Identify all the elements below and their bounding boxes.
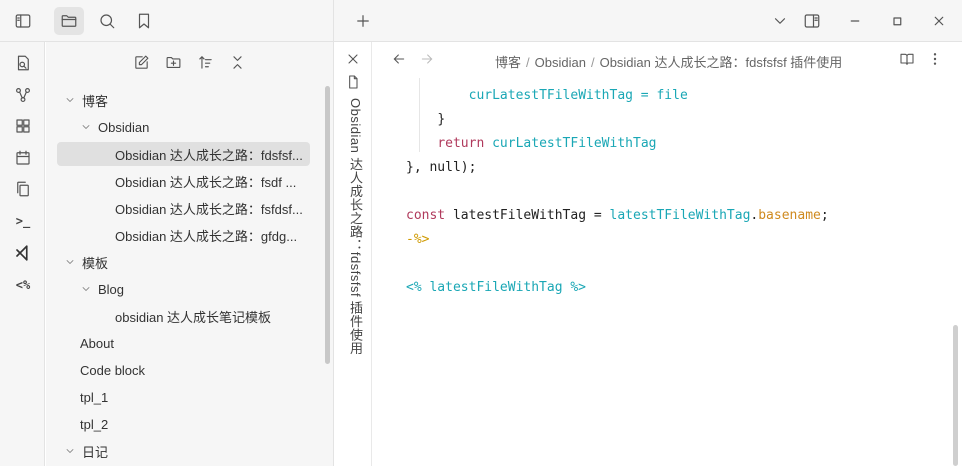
tree-item-label: obsidian 达人成长笔记模板 [115, 309, 272, 325]
tree-folder[interactable]: 模板 [64, 250, 108, 274]
file-explorer: 博客 Obsidian Obsidian 达人成长之路：fdsfsf... Obsid… [46, 42, 334, 466]
tree-folder[interactable]: 博客 [64, 88, 108, 112]
sidebar-toggle-icon[interactable] [8, 7, 38, 35]
chevron-down-icon[interactable] [80, 121, 92, 133]
code-line-9: <% latestFileWithTag %> [406, 280, 587, 295]
code-line-7: -%> [406, 232, 430, 247]
file-icon [345, 74, 361, 90]
sort-icon[interactable] [193, 50, 217, 74]
tree-item-label: tpl_2 [80, 416, 109, 432]
chevron-down-icon[interactable] [64, 445, 76, 457]
bookmark-icon[interactable] [129, 7, 159, 35]
copy-icon[interactable] [11, 177, 35, 201]
tree-item-label: Obsidian 达人成长之路：fdsfsf... [115, 147, 303, 163]
tree-item-label: About [80, 335, 114, 351]
tree-folder[interactable]: Blog [80, 277, 124, 301]
chevron-down-icon[interactable] [80, 283, 92, 295]
maximize-icon[interactable] [882, 7, 912, 35]
chevron-down-icon[interactable] [64, 256, 76, 268]
open-quick-switcher-icon[interactable] [11, 51, 35, 75]
tree-file[interactable]: Obsidian 达人成长之路：fdsfsf... [57, 142, 310, 166]
tree-folder[interactable]: Obsidian [80, 115, 149, 139]
collapse-all-icon[interactable] [225, 50, 249, 74]
vscode-icon[interactable] [11, 241, 35, 265]
ribbon: >_ <% [0, 42, 45, 466]
forward-arrow-icon[interactable] [419, 51, 437, 69]
tree-item-label: Code block [80, 362, 146, 378]
reading-view-icon[interactable] [899, 51, 917, 69]
new-folder-icon[interactable] [161, 50, 185, 74]
close-tab-icon[interactable] [345, 51, 361, 67]
more-options-icon[interactable] [927, 51, 945, 69]
editor-header: 博客 / Obsidian / Obsidian 达人成长之路：fdsfsfsf 插件使… [373, 42, 962, 78]
back-arrow-icon[interactable] [391, 51, 409, 69]
daily-note-icon[interactable] [11, 146, 35, 170]
left-titlebar [0, 0, 334, 42]
tree-file[interactable]: obsidian 达人成长笔记模板 [115, 304, 271, 328]
breadcrumb-item[interactable]: 博客 [495, 55, 521, 70]
close-window-icon[interactable] [924, 7, 954, 35]
folder-icon[interactable] [54, 7, 84, 35]
search-icon[interactable] [92, 7, 122, 35]
right-titlebar [334, 0, 962, 42]
tree-item-label: Obsidian 达人成长之路：fsfdsf... [115, 201, 303, 217]
tree-item-label: 博客 [82, 93, 109, 109]
tree-item-label: tpl_1 [80, 389, 109, 405]
minimize-icon[interactable] [840, 7, 870, 35]
terminal-label: >_ [15, 214, 31, 228]
graph-view-icon[interactable] [11, 83, 35, 107]
tree-file[interactable]: tpl_1 [80, 385, 108, 409]
tree-item-label: 模板 [82, 255, 109, 271]
terminal-icon[interactable]: >_ [11, 209, 35, 233]
explorer-toolbar [46, 50, 333, 76]
new-note-icon[interactable] [129, 50, 153, 74]
code-block[interactable]: curLatestTFileWithTag = file } return cu… [406, 60, 829, 324]
breadcrumb-item[interactable]: Obsidian [535, 55, 586, 70]
tree-file[interactable]: Code block [80, 358, 145, 382]
code-line-1: curLatestTFileWithTag = file [468, 88, 688, 103]
code-line-4: }, null); [406, 160, 477, 175]
explorer-scrollbar[interactable] [325, 86, 330, 364]
split-view-icon[interactable] [797, 7, 827, 35]
code-line-2: } [437, 112, 446, 127]
tree-file[interactable]: Obsidian 达人成长之路：fsdf ... [115, 169, 296, 193]
editor-pane: curLatestTFileWithTag = file } return cu… [373, 42, 962, 466]
code-line-3: return curLatestTFileWithTag [437, 136, 657, 151]
tree-item-label: Obsidian [98, 119, 150, 135]
code-line-6: const latestFileWithTag = latestTFileWit… [406, 208, 829, 223]
tree-item-label: Blog [98, 281, 125, 297]
tab-title: Obsidian 达人成长之路：fdsfsfsf 插件使用 [348, 98, 363, 356]
tree-file[interactable]: Obsidian 达人成长之路：fsfdsf... [115, 196, 303, 220]
new-tab-icon[interactable] [348, 7, 378, 35]
breadcrumb-item[interactable]: Obsidian 达人成长之路：fdsfsfsf 插件使用 [600, 55, 843, 70]
tree-item-label: 日记 [82, 444, 109, 460]
templater-label: <% [15, 278, 31, 292]
canvas-icon[interactable] [11, 114, 35, 138]
tree-file[interactable]: About [80, 331, 114, 355]
tree-folder[interactable]: 日记 [64, 439, 108, 463]
editor-scrollbar[interactable] [953, 325, 958, 466]
indent-guide [419, 78, 420, 152]
title-bar [0, 0, 962, 42]
tree-file[interactable]: Obsidian 达人成长之路：gfdg... [115, 223, 297, 247]
chevron-down-icon[interactable] [64, 94, 76, 106]
tree-item-label: Obsidian 达人成长之路：gfdg... [115, 228, 298, 244]
chevron-down-icon[interactable] [765, 7, 795, 35]
tree-item-label: Obsidian 达人成长之路：fsdf ... [115, 174, 297, 190]
tree-file[interactable]: tpl_2 [80, 412, 108, 436]
breadcrumb: 博客 / Obsidian / Obsidian 达人成长之路：fdsfsfsf 插件使… [495, 55, 843, 70]
vertical-tab[interactable]: Obsidian 达人成长之路：fdsfsfsf 插件使用 [335, 42, 372, 466]
templater-icon[interactable]: <% [11, 273, 35, 297]
